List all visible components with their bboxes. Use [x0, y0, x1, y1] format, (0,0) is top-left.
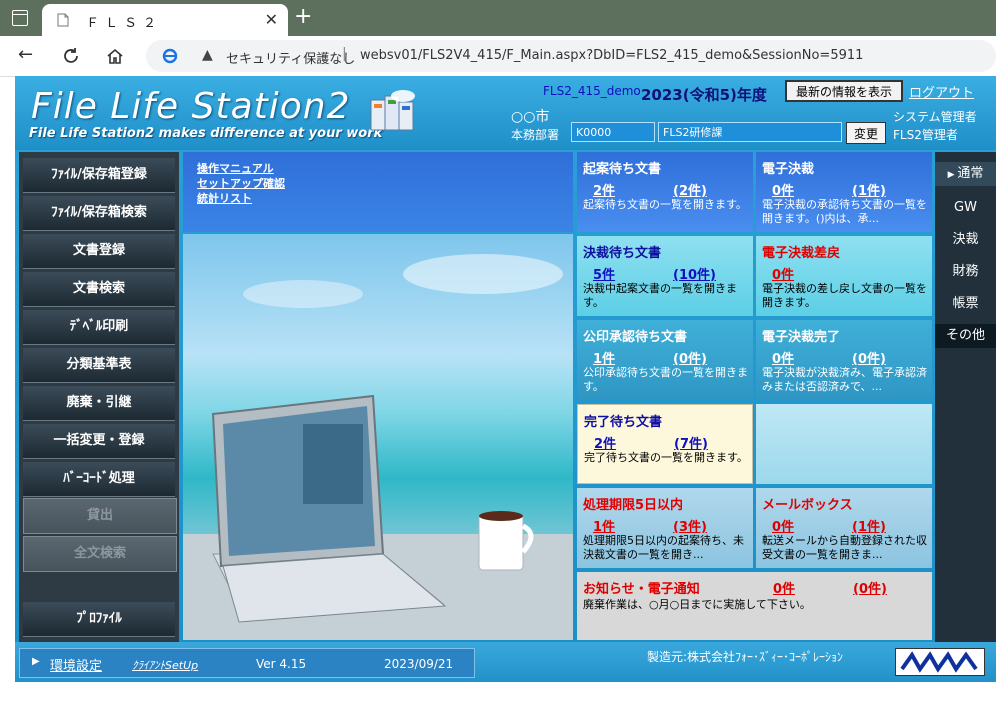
- tile-empty: [756, 404, 932, 484]
- tile-count[interactable]: 5件: [593, 264, 615, 283]
- top-links-panel: 操作マニュアル セットアップ確認 統計リスト: [183, 152, 573, 232]
- menu-file-box-search[interactable]: ﾌｧｲﾙ/保存箱検索: [23, 196, 175, 231]
- tile-mailbox[interactable]: メールボックス 0件 (1件) 転送メールから自動登録された収受文書の一覧を開き…: [756, 488, 932, 568]
- change-dept-button[interactable]: 変更: [846, 122, 886, 144]
- laptop-illustration: [183, 254, 573, 640]
- play-arrow-icon: ▶: [32, 656, 40, 667]
- maker-credit: 製造元:株式会社ﾌｫｰ･ｽﾞｨｰ･ｺｰﾎﾟﾚｰｼｮﾝ: [647, 650, 844, 664]
- app-footer: ▶ 環境設定 ｸﾗｲｱﾝﾄSetUp Ver 4.15 2023/09/21 製…: [15, 642, 996, 682]
- menu-fulltext-search: 全文検索: [23, 536, 177, 572]
- nav-other[interactable]: その他: [935, 324, 996, 348]
- tile-count-total[interactable]: (2件): [673, 180, 707, 199]
- tile-count-total[interactable]: (3件): [673, 516, 707, 535]
- tile-count[interactable]: 0件: [772, 516, 794, 535]
- left-menu: ﾌｧｲﾙ/保存箱登録 ﾌｧｲﾙ/保存箱検索 文書登録 文書検索 ﾃﾞﾍﾞﾙ印刷 …: [19, 152, 179, 642]
- tile-count[interactable]: 2件: [594, 433, 616, 452]
- logout-link[interactable]: ログアウト: [909, 82, 974, 101]
- app-logo: File Life Station2: [31, 86, 351, 127]
- nav-forms[interactable]: 帳票: [935, 292, 996, 316]
- tab-close-icon[interactable]: ✕: [265, 10, 278, 29]
- dept-name-field[interactable]: [658, 122, 842, 142]
- app-frame: File Life Station2 File Life Station2 ma…: [15, 76, 996, 682]
- menu-bulk-change[interactable]: 一括変更・登録: [23, 424, 175, 459]
- tile-count[interactable]: 0件: [772, 348, 794, 367]
- menu-disposal-transfer[interactable]: 廃棄・引継: [23, 386, 175, 421]
- browser-toolbar: ← ▲ セキュリティ保護なし | websv01/FLS2V4_415/F_Ma…: [0, 36, 996, 77]
- menu-profile[interactable]: ﾌﾟﾛﾌｧｲﾙ: [23, 602, 175, 637]
- dept-label: 本務部署: [511, 128, 560, 142]
- beach-laptop-image: [183, 234, 573, 640]
- nav-normal[interactable]: ▶ 通常: [935, 162, 996, 186]
- back-icon[interactable]: ←: [18, 44, 33, 65]
- city-name: ○○市: [511, 109, 550, 125]
- role-fls2-admin: FLS2管理者: [893, 128, 958, 142]
- tile-count[interactable]: 0件: [773, 578, 795, 597]
- tile-count-total[interactable]: (0件): [673, 348, 707, 367]
- tile-e-approval[interactable]: 電子決裁 0件 (1件) 電子決裁の承認待ち文書の一覧を開きます。()内は、承.…: [756, 152, 932, 232]
- menu-label-print[interactable]: ﾃﾞﾍﾞﾙ印刷: [23, 310, 175, 345]
- fiscal-year: 2023(令和5)年度: [641, 86, 767, 104]
- selected-arrow-icon: ▶: [947, 170, 958, 180]
- new-tab-icon[interactable]: +: [294, 4, 312, 29]
- version: Ver 4.15: [256, 657, 307, 671]
- window-menu-icon[interactable]: [12, 10, 28, 26]
- address-bar[interactable]: ▲ セキュリティ保護なし | websv01/FLS2V4_415/F_Main…: [146, 40, 996, 72]
- footer-bar: ▶ 環境設定 ｸﾗｲｱﾝﾄSetUp Ver 4.15 2023/09/21: [19, 648, 475, 678]
- tile-pending-complete[interactable]: 完了待ち文書 2件 (7件) 完了待ち文書の一覧を開きます。: [577, 404, 753, 484]
- tab-title: ＦＬＳ２: [86, 16, 163, 31]
- page-favicon-icon: [57, 13, 69, 27]
- menu-document-register[interactable]: 文書登録: [23, 234, 175, 269]
- tile-count-total[interactable]: (0件): [852, 348, 886, 367]
- tile-e-approval-complete[interactable]: 電子決裁完了 0件 (0件) 電子決裁が決裁済み、電子承認済みまたは否認済みで、…: [756, 320, 932, 400]
- tile-count[interactable]: 0件: [772, 264, 794, 283]
- home-icon[interactable]: [106, 47, 124, 65]
- tile-count-total[interactable]: (1件): [852, 180, 886, 199]
- tile-count[interactable]: 0件: [772, 180, 794, 199]
- link-setup-check[interactable]: セットアップ確認: [197, 175, 285, 191]
- tile-count[interactable]: 1件: [593, 516, 615, 535]
- category-nav: ▶ 通常 GW 決裁 財務 帳票 その他: [935, 152, 996, 642]
- url-text[interactable]: websv01/FLS2V4_415/F_Main.aspx?DbID=FLS2…: [360, 48, 863, 63]
- env-settings-link[interactable]: 環境設定: [50, 655, 102, 674]
- menu-classification[interactable]: 分類基準表: [23, 348, 175, 383]
- client-setup-link[interactable]: ｸﾗｲｱﾝﾄSetUp: [132, 657, 198, 673]
- refresh-info-button[interactable]: 最新の情報を表示: [785, 80, 903, 102]
- tile-count-total[interactable]: (7件): [674, 433, 708, 452]
- tile-pending-approval[interactable]: 決裁待ち文書 5件 (10件) 決裁中起案文書の一覧を開きます。: [577, 236, 753, 316]
- warning-icon[interactable]: ▲: [202, 47, 213, 63]
- file-boxes-icon: [370, 90, 415, 131]
- nav-gw[interactable]: GW: [935, 196, 996, 220]
- tile-count[interactable]: 2件: [593, 180, 615, 199]
- role-system-admin: システム管理者: [893, 110, 977, 124]
- corporate-logo-icon: [895, 648, 985, 676]
- menu-document-search[interactable]: 文書検索: [23, 272, 175, 307]
- menu-file-box-register[interactable]: ﾌｧｲﾙ/保存箱登録: [23, 158, 175, 193]
- tile-notices[interactable]: お知らせ・電子通知 0件 (0件) 廃棄作業は、○月○日までに実施して下さい。: [577, 572, 932, 640]
- tile-pending-draft[interactable]: 起案待ち文書 2件 (2件) 起案待ち文書の一覧を開きます。: [577, 152, 753, 232]
- tile-deadline-5days[interactable]: 処理期限5日以内 1件 (3件) 処理期限5日以内の起案待ち、未決裁文書の一覧を…: [577, 488, 753, 568]
- reload-icon[interactable]: [62, 47, 80, 65]
- db-name: FLS2_415_demo: [543, 84, 641, 98]
- dept-code-field[interactable]: [571, 122, 655, 142]
- tile-count-total[interactable]: (1件): [852, 516, 886, 535]
- tile-seal-approval[interactable]: 公印承認待ち文書 1件 (0件) 公印承認待ち文書の一覧を開きます。: [577, 320, 753, 400]
- menu-lending: 貸出: [23, 498, 177, 534]
- ie-mode-icon: [162, 48, 178, 64]
- tile-e-approval-returned[interactable]: 電子決裁差戻 0件 電子決裁の差し戻し文書の一覧を開きます。: [756, 236, 932, 316]
- nav-approval[interactable]: 決裁: [935, 228, 996, 252]
- menu-barcode[interactable]: ﾊﾞｰｺｰﾄﾞ処理: [23, 462, 175, 497]
- security-label[interactable]: セキュリティ保護なし: [226, 48, 355, 67]
- address-separator: |: [342, 46, 347, 62]
- tile-count-total[interactable]: (0件): [853, 578, 887, 597]
- app-header: File Life Station2 File Life Station2 ma…: [15, 76, 996, 150]
- link-stats-list[interactable]: 統計リスト: [197, 190, 252, 206]
- tile-count[interactable]: 1件: [593, 348, 615, 367]
- app-tagline: File Life Station2 makes difference at y…: [29, 126, 383, 141]
- link-manual[interactable]: 操作マニュアル: [197, 160, 274, 176]
- browser-tab-bar: ＦＬＳ２ ✕ +: [0, 0, 996, 36]
- nav-finance[interactable]: 財務: [935, 260, 996, 284]
- browser-tab[interactable]: ＦＬＳ２ ✕: [42, 4, 288, 36]
- tile-count-total[interactable]: (10件): [673, 264, 716, 283]
- release-date: 2023/09/21: [384, 657, 454, 671]
